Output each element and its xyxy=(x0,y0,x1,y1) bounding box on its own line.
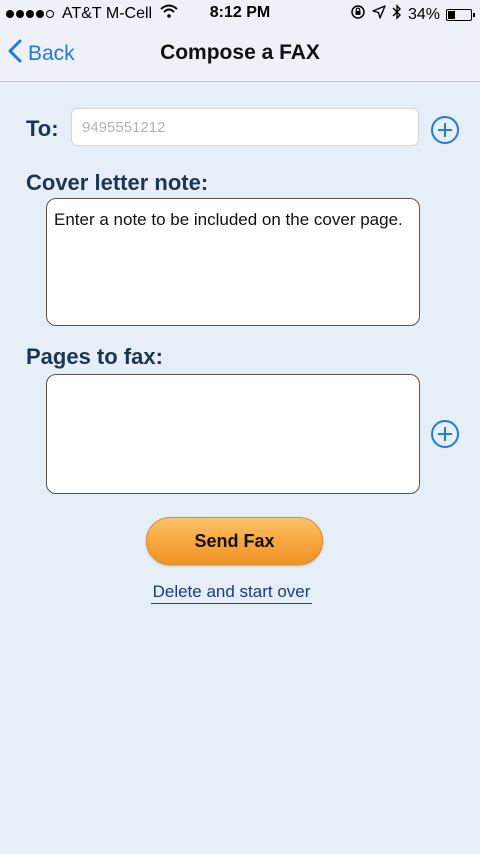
delete-link-label: Delete and start over xyxy=(150,582,313,604)
pages-list[interactable] xyxy=(46,374,420,494)
nav-bar: Back Compose a FAX xyxy=(0,28,480,82)
fax-number-input[interactable] xyxy=(71,108,419,146)
cover-letter-label: Cover letter note: xyxy=(26,170,209,195)
pages-label: Pages to fax: xyxy=(26,344,163,369)
add-page-button[interactable] xyxy=(431,420,459,448)
plus-icon xyxy=(438,123,452,137)
location-arrow-icon xyxy=(372,5,386,24)
to-label: To: xyxy=(26,116,59,141)
send-fax-button[interactable]: Send Fax xyxy=(146,517,323,565)
add-recipient-button[interactable] xyxy=(431,116,459,144)
page-title: Compose a FAX xyxy=(160,41,320,64)
bluetooth-icon xyxy=(392,4,402,25)
battery-percent: 34% xyxy=(407,5,440,23)
status-right: 34% xyxy=(350,4,475,25)
battery-icon xyxy=(446,8,475,21)
battery-fill xyxy=(448,10,456,19)
lock-rotation-icon xyxy=(350,4,366,25)
cover-letter-input[interactable]: Enter a note to be included on the cover… xyxy=(46,198,420,326)
delete-and-start-over-link[interactable]: Delete and start over xyxy=(0,582,463,604)
plus-icon xyxy=(438,427,452,441)
status-bar: AT&T M-Cell 8:12 PM 34% xyxy=(0,0,480,28)
